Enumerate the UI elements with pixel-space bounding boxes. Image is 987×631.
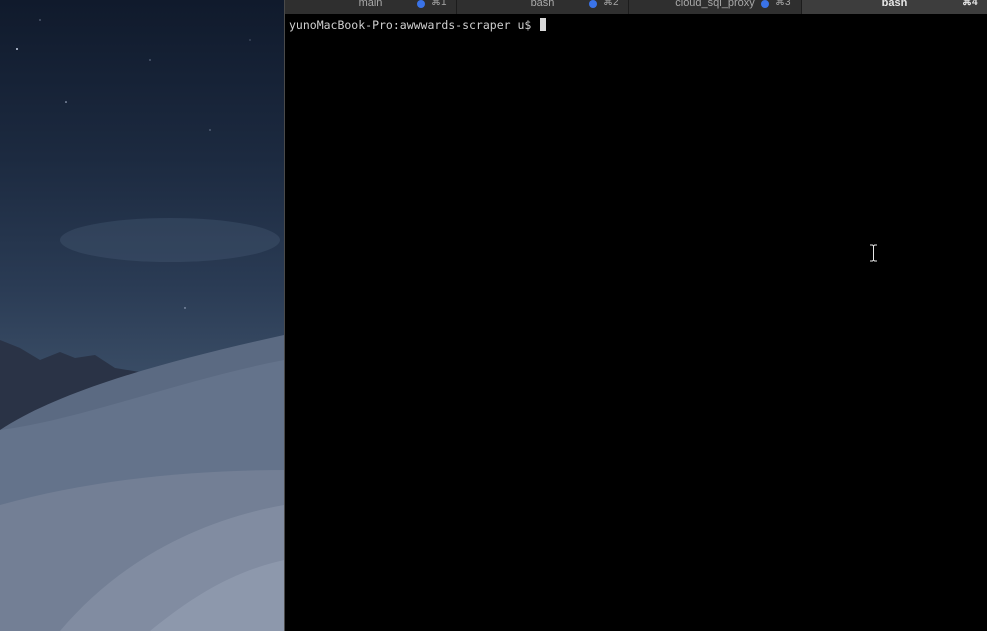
i-beam-cursor-icon	[870, 244, 877, 262]
activity-dot-icon	[417, 0, 425, 8]
shell-prompt: yunoMacBook-Pro:awwwards-scraper u$	[289, 18, 539, 32]
tab-bash-2[interactable]: bash ⌘2	[457, 0, 629, 14]
wallpaper-art	[0, 19, 284, 631]
tab-shortcut: ⌘4	[962, 0, 978, 8]
tab-bar: main ⌘1 bash ⌘2 cloud_sql_proxy ⌘3 bash …	[285, 0, 987, 14]
tab-shortcut: ⌘1	[431, 0, 447, 8]
tab-main[interactable]: main ⌘1	[285, 0, 457, 14]
tab-shortcut: ⌘3	[775, 0, 791, 8]
activity-dot-icon	[761, 0, 769, 8]
tab-bash-4[interactable]: bash ⌘4	[802, 0, 987, 14]
tab-shortcut: ⌘2	[603, 0, 619, 8]
desktop-wallpaper	[0, 0, 284, 631]
text-cursor	[540, 18, 547, 31]
tab-label: bash	[881, 0, 908, 9]
tab-cloud-sql-proxy[interactable]: cloud_sql_proxy ⌘3	[629, 0, 802, 14]
terminal-window[interactable]: main ⌘1 bash ⌘2 cloud_sql_proxy ⌘3 bash …	[284, 0, 987, 631]
terminal-output[interactable]: yunoMacBook-Pro:awwwards-scraper u$	[289, 17, 547, 33]
activity-dot-icon	[589, 0, 597, 8]
